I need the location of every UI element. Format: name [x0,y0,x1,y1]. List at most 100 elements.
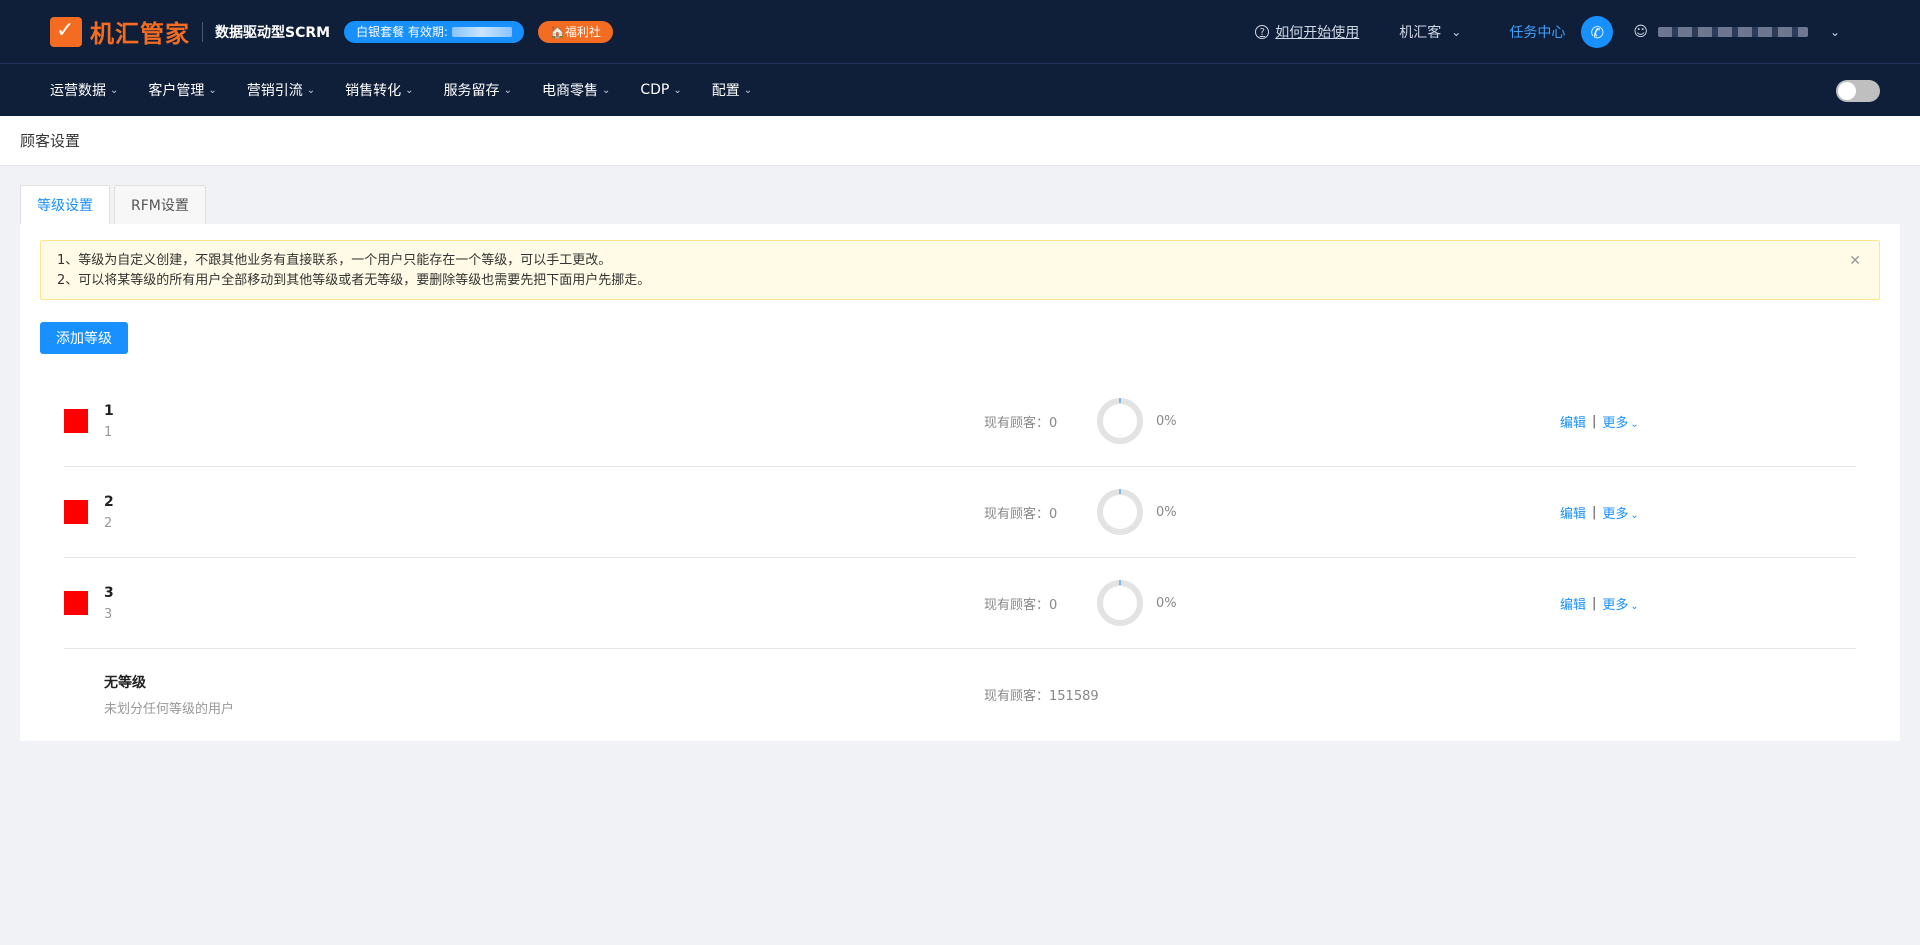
level-list: 1 1 现有顾客：0 0% 编辑 | 更多 ⌄ 2 2 现有顾客：0 0% 编辑… [40,376,1880,740]
customer-count: 现有顾客：0 [984,506,1058,522]
welfare-label: 🏠福利社 [549,25,601,39]
user-name-redacted [1657,27,1808,37]
alert-line-1: 1、等级为自定义创建，不跟其他业务有直接联系，一个用户只能存在一个等级，可以手工… [57,253,612,268]
nav-item-config[interactable]: 配置 ⌄ [712,80,752,100]
chevron-down-icon: ⌄ [1829,25,1840,39]
divider [202,21,203,42]
package-badge[interactable]: 白银套餐 有效期: [344,20,524,43]
more-menu[interactable]: 更多 ⌄ [1602,412,1638,431]
no-level-row: 无等级 未划分任何等级的用户 现有顾客：151589 [64,649,1856,740]
edit-link[interactable]: 编辑 [1560,594,1586,613]
user-menu[interactable]: ☺ ⌄ [1633,24,1840,40]
nav-label: 配置 [711,83,740,99]
nav-label: 营销引流 [246,83,303,99]
tab-level-settings[interactable]: 等级设置 [20,185,110,224]
divider: | [1592,595,1597,611]
chevron-down-icon: ⌄ [1630,418,1639,430]
package-label: 白银套餐 有效期: [356,25,448,39]
more-menu[interactable]: 更多 ⌄ [1602,594,1638,613]
phone-button[interactable]: ✆ [1581,16,1614,48]
welfare-badge[interactable]: 🏠福利社 [537,20,613,43]
divider: | [1592,413,1597,429]
level-actions: 编辑 | 更多 ⌄ [1560,412,1639,431]
customer-count: 现有顾客：0 [984,415,1058,431]
level-info: 1 1 [104,403,114,440]
level-desc: 2 [104,515,113,531]
nav-item-sales[interactable]: 销售转化 ⌄ [345,80,413,100]
content-area: 等级设置 RFM设置 1、等级为自定义创建，不跟其他业务有直接联系，一个用户只能… [20,185,1900,741]
info-alert: 1、等级为自定义创建，不跟其他业务有直接联系，一个用户只能存在一个等级，可以手工… [40,240,1880,300]
chevron-down-icon: ⌄ [503,84,512,96]
nav-label: CDP [640,82,670,98]
edit-link[interactable]: 编辑 [1560,503,1586,522]
more-label: 更多 [1602,597,1629,613]
nav-item-ecommerce[interactable]: 电商零售 ⌄ [542,80,610,100]
nav-label: 运营数据 [50,83,106,99]
chevron-down-icon: ⌄ [1451,25,1462,39]
help-link[interactable]: ? 如何开始使用 [1255,22,1359,42]
nav-label: 客户管理 [148,83,205,99]
tab-bar: 等级设置 RFM设置 [20,185,1900,224]
level-settings-panel: 1、等级为自定义创建，不跟其他业务有直接联系，一个用户只能存在一个等级，可以手工… [20,224,1900,741]
nav-item-customers[interactable]: 客户管理 ⌄ [148,80,216,100]
level-color-swatch [64,591,88,615]
level-name: 3 [104,584,114,601]
shop-name: 机汇客 [1399,25,1442,41]
question-circle-icon: ? [1255,25,1270,39]
chevron-down-icon: ⌄ [208,84,217,96]
close-icon[interactable]: ✕ [1849,251,1861,271]
more-label: 更多 [1602,415,1629,431]
user-icon: ☺ [1633,24,1648,40]
level-desc: 1 [104,424,113,440]
nav-item-marketing[interactable]: 营销引流 ⌄ [247,80,315,100]
percent-ring [1097,489,1143,535]
phone-icon: ✆ [1590,22,1605,42]
page-title: 顾客设置 [0,116,1920,166]
more-label: 更多 [1602,506,1629,522]
add-level-button[interactable]: 添加等级 [40,322,128,354]
logo-check-icon [50,16,82,47]
package-expiry-redacted [451,26,512,37]
task-center-link[interactable]: 任务中心 [1509,22,1565,42]
level-info: 2 2 [104,494,114,531]
nav-label: 销售转化 [345,83,402,99]
chevron-down-icon: ⌄ [601,84,611,96]
level-actions: 编辑 | 更多 ⌄ [1560,594,1639,613]
level-desc: 3 [104,606,113,622]
chevron-down-icon: ⌄ [743,84,753,96]
percent-ring [1097,580,1143,626]
nav-label: 服务留存 [443,83,500,99]
level-color-swatch [64,500,88,524]
logo[interactable]: 机汇管家 [50,14,190,49]
theme-toggle[interactable] [1836,80,1880,102]
chevron-down-icon: ⌄ [1630,600,1639,612]
shop-selector[interactable]: 机汇客 ⌄ [1399,22,1461,42]
divider: | [1592,504,1597,520]
help-link-label: 如何开始使用 [1275,25,1360,41]
more-menu[interactable]: 更多 ⌄ [1602,503,1638,522]
level-actions: 编辑 | 更多 ⌄ [1560,503,1639,522]
level-color-swatch [64,409,88,433]
percent-text: 0% [1156,413,1177,429]
level-row: 2 2 现有顾客：0 0% 编辑 | 更多 ⌄ [64,467,1856,558]
tab-rfm-settings[interactable]: RFM设置 [114,185,206,224]
percent-text: 0% [1156,504,1177,520]
chevron-down-icon: ⌄ [1630,509,1639,521]
level-color-swatch-empty [64,683,88,707]
top-header: 机汇管家 数据驱动型SCRM 白银套餐 有效期: 🏠福利社 ? 如何开始使用 机… [0,0,1920,64]
nav-item-service[interactable]: 服务留存 ⌄ [444,80,512,100]
nav-item-operations[interactable]: 运营数据 ⌄ [50,80,118,100]
customer-count: 现有顾客：0 [984,597,1058,613]
nav-item-cdp[interactable]: CDP ⌄ [640,82,681,98]
level-name: 1 [104,402,114,419]
percent-ring [1097,398,1143,444]
level-row: 1 1 现有顾客：0 0% 编辑 | 更多 ⌄ [64,376,1856,467]
chevron-down-icon: ⌄ [110,84,119,96]
edit-link[interactable]: 编辑 [1560,412,1586,431]
level-name: 无等级 [104,675,146,691]
main-nav: 运营数据 ⌄ 客户管理 ⌄ 营销引流 ⌄ 销售转化 ⌄ 服务留存 ⌄ 电商零售 ⌄ CDP ⌄… [0,64,1920,116]
level-name: 2 [104,493,114,510]
level-info: 3 3 [104,585,114,622]
chevron-down-icon: ⌄ [405,84,414,96]
level-info: 无等级 未划分任何等级的用户 [104,672,234,717]
